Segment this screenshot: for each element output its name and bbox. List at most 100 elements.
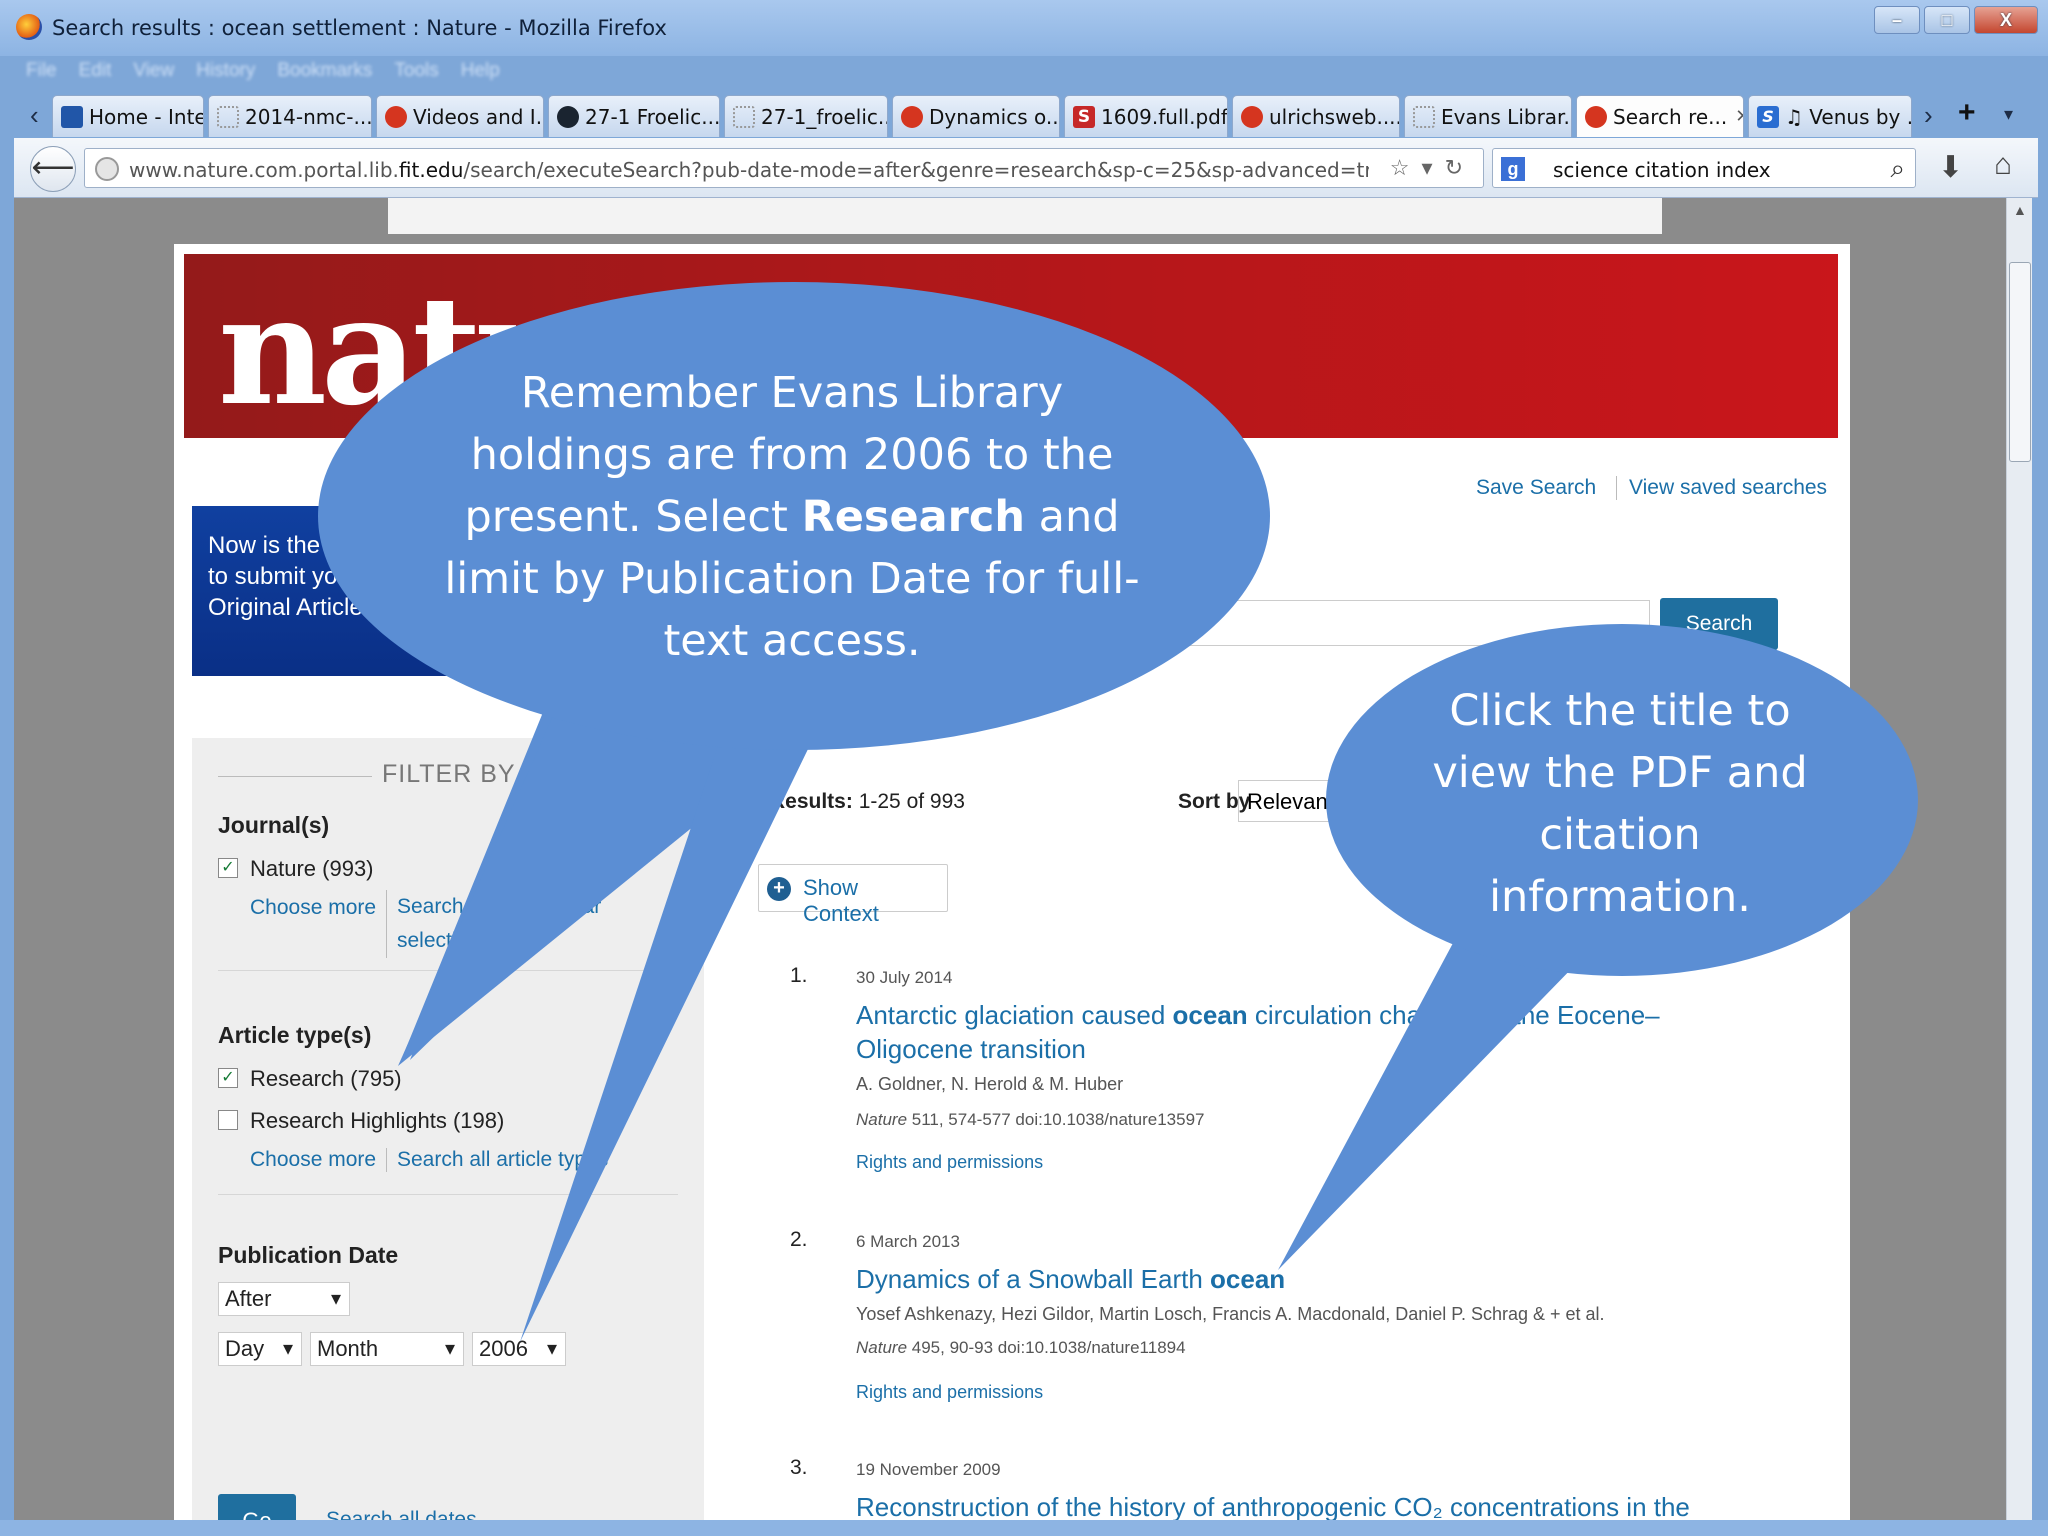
result-number: 2. — [790, 1228, 808, 1251]
search-icon[interactable]: ⌕ — [1890, 153, 1905, 185]
tab-favicon-icon — [217, 105, 239, 128]
menu-edit[interactable]: Edit — [79, 60, 112, 82]
tab-videos[interactable]: Videos and I... — [376, 95, 544, 137]
search-bar[interactable]: g science citation index ⌕ — [1492, 148, 1916, 188]
sort-select[interactable]: Relevance — [1238, 780, 1438, 822]
nature-journal-label: Nature (993) — [250, 856, 374, 881]
tab-favicon-icon: S — [1073, 105, 1095, 128]
menu-history[interactable]: History — [196, 60, 255, 82]
go-button[interactable]: Go — [218, 1494, 296, 1520]
nature-checkbox[interactable]: ✓ — [218, 858, 238, 878]
choose-more-journals-link[interactable]: Choose more — [250, 896, 376, 920]
show-context-button[interactable]: + Show Context — [758, 864, 948, 926]
tab-favicon-icon — [557, 105, 579, 128]
result-title-link[interactable]: Dynamics of a Snowball Earth ocean — [856, 1262, 1756, 1296]
publication-date-heading: Publication Date — [218, 1242, 399, 1268]
window-controls: – □ X — [1874, 6, 2038, 34]
new-tab-icon[interactable]: + — [1958, 96, 1976, 130]
bookmark-star-icon[interactable]: ☆ — [1390, 155, 1422, 180]
scroll-up-icon[interactable]: ▲ — [2013, 202, 2027, 218]
tab-strip: ‹ Home - Inte... 2014-nmc-... Videos and… — [0, 92, 2048, 138]
back-arrow-icon[interactable]: ⟵ — [30, 146, 76, 192]
download-icon[interactable]: ⬇ — [1938, 150, 1963, 185]
result-citation: Nature 511, 574-577 doi:10.1038/nature13… — [856, 1110, 1205, 1129]
save-search-link[interactable]: Save Search — [1476, 476, 1596, 500]
tab-scroll-left-icon[interactable]: ‹ — [30, 100, 39, 131]
tab-favicon-icon — [1585, 105, 1607, 128]
tab-favicon-icon — [1241, 105, 1263, 128]
choose-more-types-link[interactable]: Choose more — [250, 1148, 376, 1172]
filter-divider — [218, 776, 372, 777]
reload-icon[interactable]: ↻ — [1445, 155, 1475, 180]
window-title: Search results : ocean settlement : Natu… — [52, 16, 667, 40]
result-authors: Yosef Ashkenazy, Hezi Gildor, Martin Los… — [856, 1304, 1605, 1324]
filter-title: FILTER BY — [382, 760, 516, 788]
tab-list-icon[interactable]: ▾ — [2004, 104, 2013, 125]
result-number: 1. — [790, 964, 808, 987]
search-all-dates-link[interactable]: Search all dates — [326, 1508, 477, 1520]
tab-ulrichsweb[interactable]: ulrichsweb.... — [1232, 95, 1400, 137]
date-mode-select[interactable]: After — [218, 1282, 350, 1316]
results-count: Results: 1-25 of 993 — [770, 790, 965, 813]
search-all-article-types-link[interactable]: Search all article types — [386, 1148, 608, 1172]
tab-27-1-froelic[interactable]: 27-1 Froelic... — [548, 95, 720, 137]
dropdown-icon[interactable]: ▾ — [1422, 155, 1445, 180]
tab-1609-pdf[interactable]: S 1609.full.pdf — [1064, 95, 1228, 137]
navigation-toolbar: ⟵ www.nature.com.portal.lib.fit.edu/sear… — [14, 138, 2038, 198]
search-engine-icon[interactable]: g — [1501, 157, 1525, 181]
url-bar[interactable]: www.nature.com.portal.lib.fit.edu/search… — [84, 148, 1484, 188]
view-saved-searches-link[interactable]: View saved searches — [1616, 476, 1827, 500]
search-journals-link[interactable]: Search journals (clear selection) — [386, 890, 666, 958]
minimize-button[interactable]: – — [1874, 6, 1920, 34]
menu-tools[interactable]: Tools — [394, 60, 438, 82]
tab-evans-library[interactable]: Evans Librar... — [1404, 95, 1572, 137]
firefox-logo-icon — [16, 14, 42, 40]
page-top-strip — [388, 198, 1662, 234]
tab-close-icon[interactable]: ✕ — [1735, 106, 1743, 127]
menu-file[interactable]: File — [26, 60, 57, 82]
window-titlebar: Search results : ocean settlement : Natu… — [0, 0, 2048, 56]
result-date: 19 November 2009 — [856, 1460, 1001, 1479]
research-highlights-checkbox[interactable] — [218, 1110, 238, 1130]
result-citation: Nature 495, 90-93 doi:10.1038/nature1189… — [856, 1338, 1186, 1357]
callout-research-text: Remember Evans Library holdings are from… — [444, 368, 1140, 666]
menu-view[interactable]: View — [133, 60, 174, 82]
rights-permissions-link[interactable]: Rights and permissions — [856, 1152, 1043, 1173]
rights-permissions-link[interactable]: Rights and permissions — [856, 1382, 1043, 1403]
tab-favicon-icon — [385, 105, 407, 128]
tab-favicon-icon: S — [1757, 105, 1779, 128]
result-authors: A. Goldner, N. Herold & M. Huber — [856, 1074, 1124, 1094]
home-icon[interactable]: ⌂ — [1994, 148, 2012, 182]
page-scrollbar[interactable]: ▲ — [2006, 198, 2032, 1520]
menu-help[interactable]: Help — [461, 60, 500, 82]
result-title-link[interactable]: Antarctic glaciation caused ocean circul… — [856, 998, 1756, 1066]
tab-2014-nmc[interactable]: 2014-nmc-... — [208, 95, 372, 137]
plus-circle-icon: + — [767, 877, 791, 901]
tab-27-1-froelic-pdf[interactable]: 27-1_froelic... — [724, 95, 888, 137]
research-label: Research (795) — [250, 1066, 402, 1091]
result-date: 6 March 2013 — [856, 1232, 960, 1251]
tab-scroll-right-icon[interactable]: › — [1924, 100, 1933, 131]
result-title-link[interactable]: Reconstruction of the history of anthrop… — [856, 1490, 1756, 1520]
month-select[interactable]: Month — [310, 1332, 464, 1366]
filter-panel: FILTER BY Journal(s) ✓ Nature (993) Choo… — [192, 738, 704, 1520]
site-search-button[interactable]: Search — [1660, 598, 1778, 650]
site-search-input[interactable] — [1174, 600, 1650, 646]
site-identity-icon[interactable] — [95, 157, 119, 181]
tab-home[interactable]: Home - Inte... — [52, 95, 204, 137]
tab-search-results[interactable]: Search re...✕ — [1576, 95, 1744, 137]
tab-dynamics[interactable]: Dynamics o... — [892, 95, 1060, 137]
tab-favicon-icon — [1413, 105, 1435, 128]
tab-venus[interactable]: S ♫ Venus by ... — [1748, 95, 1912, 137]
research-checkbox[interactable]: ✓ — [218, 1068, 238, 1088]
close-window-button[interactable]: X — [1974, 6, 2038, 34]
filter-divider — [218, 970, 678, 971]
day-select[interactable]: Day — [218, 1332, 302, 1366]
menu-bookmarks[interactable]: Bookmarks — [277, 60, 372, 82]
scroll-thumb[interactable] — [2009, 262, 2031, 462]
callout-title-text: Click the title to view the PDF and cita… — [1432, 686, 1808, 922]
maximize-button[interactable]: □ — [1924, 6, 1970, 34]
filter-divider — [218, 1194, 678, 1195]
year-select[interactable]: 2006 — [472, 1332, 566, 1366]
search-bar-value: science citation index — [1553, 158, 1771, 182]
